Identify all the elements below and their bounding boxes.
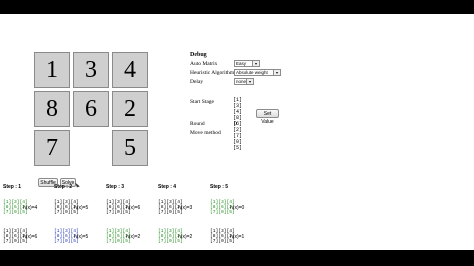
heuristic-label: Heuristic Algorithm	[190, 70, 235, 76]
empty-tile	[73, 130, 109, 166]
auto-matrix-value: Easy	[236, 61, 247, 66]
delay-select[interactable]: none ▾	[234, 78, 254, 85]
heuristic-value: h(x)=2	[178, 234, 193, 240]
chevron-down-icon: ▾	[252, 61, 259, 66]
heuristic-value: h(x)=5	[74, 205, 89, 211]
start-stage-label: Start Stage	[190, 99, 214, 105]
heuristic-value: h(x)=6	[126, 205, 141, 211]
step-title: Step : 4	[158, 184, 177, 190]
tile[interactable]: 6	[73, 91, 109, 127]
heuristic-value: h(x)=4	[23, 205, 38, 211]
matrix-row: [1][3][4]	[233, 97, 243, 115]
matrix-row: [7][0][5]	[3, 239, 28, 245]
tile[interactable]: 4	[112, 52, 148, 88]
chevron-down-icon: ▾	[273, 70, 280, 75]
puzzle-board: 1 3 4 8 6 2 7 5	[34, 52, 152, 170]
heuristic-value: h(x)=2	[126, 234, 141, 240]
tile[interactable]: 2	[112, 91, 148, 127]
step-column: Step : 4 [1][3][4] [8][6][2] [7][0][5] h…	[158, 184, 213, 244]
matrix-row: [7][0][5]	[158, 239, 183, 245]
heuristic-value: Absolute weight	[236, 70, 268, 75]
matrix-row: [7][0][5]	[54, 239, 79, 245]
matrix-row: [7][0][5]	[54, 210, 79, 216]
tile[interactable]: 3	[73, 52, 109, 88]
matrix-row: [7][0][5]	[158, 210, 183, 216]
chevron-down-icon: ▾	[246, 79, 253, 84]
step-title: Step : 5	[210, 184, 229, 190]
app-page: 1 3 4 8 6 2 7 5 Shuffle Solve Debug Auto…	[0, 14, 474, 250]
heuristic-value: h(x)=3	[178, 205, 193, 211]
matrix-row: [7][0][5]	[210, 239, 235, 245]
auto-matrix-label: Auto Matrix	[190, 61, 218, 67]
delay-label: Delay	[190, 79, 204, 85]
tile[interactable]: 1	[34, 52, 70, 88]
matrix-row: [7][0][5]	[106, 239, 131, 245]
matrix-row: [7][0][5]	[210, 210, 235, 216]
round-value: 0	[234, 121, 237, 127]
matrix-row: [7][0][5]	[3, 210, 28, 216]
tile[interactable]: 5	[112, 130, 148, 166]
tile[interactable]: 7	[34, 130, 70, 166]
heuristic-value: h(x)=1	[230, 234, 245, 240]
step-title: Step : 3	[106, 184, 125, 190]
step-column: Step : 1 [1][3][4] [8][6][2] [7][0][5] h…	[3, 184, 58, 244]
tile[interactable]: 8	[34, 91, 70, 127]
heuristic-value: h(x)=6	[23, 234, 38, 240]
step-title: Step : 1	[3, 184, 22, 190]
step-column: Step : 2 [1][3][4] [8][6][2] [7][0][5] h…	[54, 184, 109, 244]
delay-value: none	[236, 79, 247, 84]
debug-title: Debug	[190, 52, 207, 58]
round-label: Round	[190, 121, 205, 127]
step-title: Step : 2	[54, 184, 73, 190]
step-column: Step : 3 [1][3][4] [8][6][2] [7][0][5] h…	[106, 184, 161, 244]
step-column: Step : 5 [1][3][4] [8][6][2] [7][0][5] h…	[210, 184, 265, 244]
matrix-row: [7][0][5]	[233, 133, 243, 151]
heuristic-value: h(x)=5	[74, 234, 89, 240]
heuristic-select[interactable]: Absolute weight ▾	[234, 69, 281, 76]
set-value-button[interactable]: Set Value	[256, 109, 279, 125]
auto-matrix-select[interactable]: Easy ▾	[234, 60, 260, 67]
move-method-label: Move method	[190, 130, 221, 136]
heuristic-value: h(x)=0	[230, 205, 245, 211]
matrix-row: [7][0][5]	[106, 210, 131, 216]
